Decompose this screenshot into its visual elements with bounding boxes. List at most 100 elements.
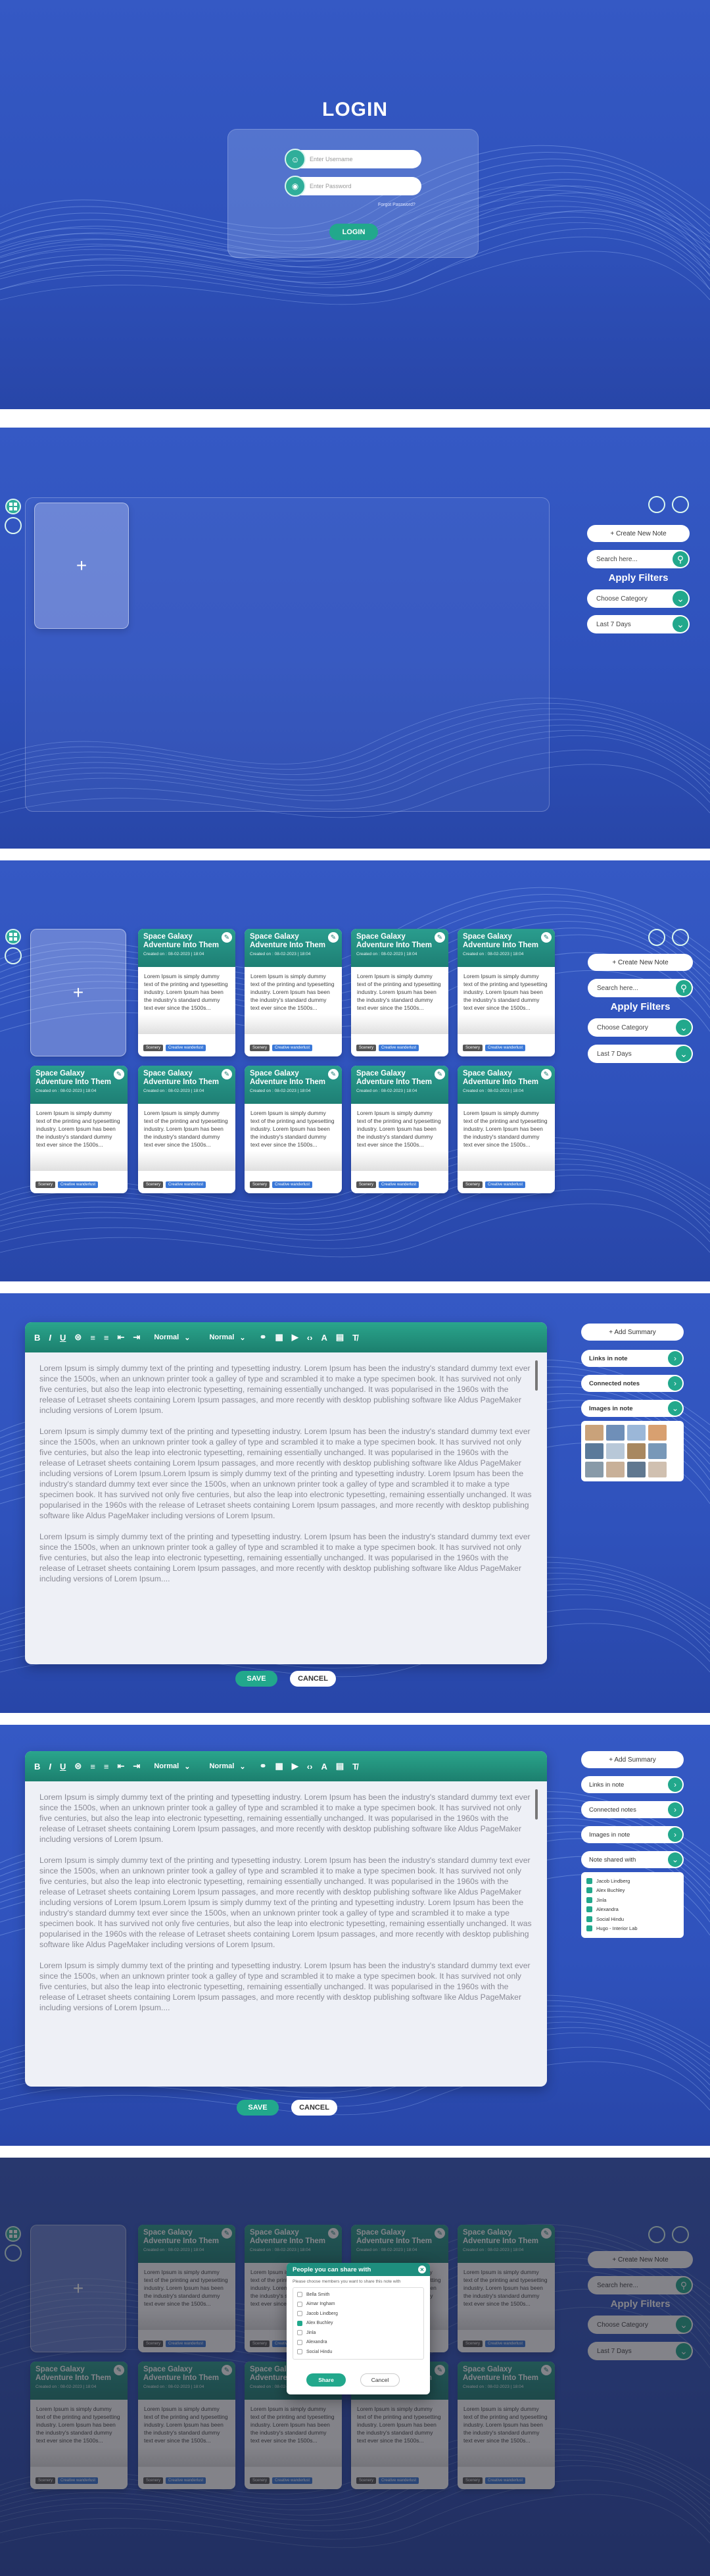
date-filter-select[interactable]: Last 7 Days ⌄ <box>588 1045 693 1063</box>
clear-format-icon[interactable]: T̸ <box>352 1333 358 1343</box>
background-color-icon[interactable]: ▤ <box>336 1761 344 1771</box>
note-card[interactable]: Space Galaxy Adventure Into Them Created … <box>138 1066 235 1193</box>
note-card[interactable]: Space Galaxy Adventure Into Them Created … <box>245 929 342 1056</box>
image-thumbnail[interactable] <box>627 1462 646 1477</box>
tag-badge[interactable]: Creative wanderlust <box>58 1181 99 1188</box>
help-icon[interactable] <box>648 496 665 513</box>
checkbox[interactable] <box>586 1877 592 1884</box>
editor-content[interactable]: Lorem Ipsum is simply dummy text of the … <box>25 1352 547 1584</box>
tag-badge[interactable]: Scenery <box>143 1045 164 1051</box>
connected-notes-row[interactable]: Connected notes › <box>581 1375 684 1392</box>
tag-badge[interactable]: Scenery <box>463 1045 483 1051</box>
shared-person-item[interactable]: Jinla <box>586 1895 678 1905</box>
rich-text-editor[interactable]: B I U ⊜ ≡ ≡ ⇤ ⇥ Normal ⌄ Normal ⌄ ⚭ ▦ ▶ ‹›… <box>25 1751 547 2087</box>
chevron-down-icon[interactable]: ⌄ <box>668 1401 682 1416</box>
editor-content[interactable]: Lorem Ipsum is simply dummy text of the … <box>25 1781 547 2013</box>
bullet-list-icon[interactable]: ≡ <box>104 1333 109 1343</box>
grid-view-icon[interactable] <box>5 929 21 945</box>
tag-badge[interactable]: Scenery <box>143 1181 164 1188</box>
edit-icon[interactable]: ✎ <box>328 932 339 943</box>
checkbox[interactable] <box>297 2339 302 2345</box>
image-thumbnail[interactable] <box>585 1443 604 1459</box>
edit-icon[interactable]: ✎ <box>435 932 445 943</box>
tag-badge[interactable]: Scenery <box>36 1181 56 1188</box>
category-select[interactable]: Choose Category ⌄ <box>588 1018 693 1037</box>
indent-increase-icon[interactable]: ⇥ <box>133 1761 140 1771</box>
add-note-card[interactable]: + <box>34 503 129 629</box>
chevron-right-icon[interactable]: › <box>668 1802 682 1817</box>
person-item[interactable]: Bella Smith <box>297 2290 419 2300</box>
add-note-card[interactable]: + <box>30 929 126 1056</box>
person-item[interactable]: Jinla <box>297 2328 419 2338</box>
images-in-note-row[interactable]: Images in note › <box>581 1826 684 1843</box>
username-field[interactable]: ☺ Enter Username <box>285 149 421 170</box>
tag-badge[interactable]: Scenery <box>356 1045 377 1051</box>
checkbox[interactable] <box>297 2330 302 2336</box>
underline-icon[interactable]: U <box>60 1762 66 1771</box>
edit-icon[interactable]: ✎ <box>435 1069 445 1079</box>
person-item[interactable]: Hugo - Interior Lab Lab <box>297 2357 419 2359</box>
image-thumbnail[interactable] <box>627 1443 646 1459</box>
chevron-right-icon[interactable]: › <box>668 1827 682 1842</box>
checkbox[interactable] <box>586 1896 592 1903</box>
image-thumbnail[interactable] <box>648 1462 667 1477</box>
tag-badge[interactable]: Creative wanderlust <box>272 1045 313 1051</box>
checkbox[interactable] <box>297 2349 302 2355</box>
format-select-right[interactable]: Normal ⌄ <box>209 1333 245 1342</box>
checkbox[interactable] <box>586 1887 592 1894</box>
connected-notes-row[interactable]: Connected notes › <box>581 1801 684 1818</box>
ordered-list-icon[interactable]: ≡ <box>90 1762 95 1771</box>
shared-person-item[interactable]: Jacob Lindberg <box>586 1876 678 1886</box>
edit-icon[interactable]: ✎ <box>328 1069 339 1079</box>
chevron-right-icon[interactable]: › <box>668 1376 682 1391</box>
image-thumbnail[interactable] <box>648 1425 667 1441</box>
person-item[interactable]: Social Hindu <box>297 2347 419 2357</box>
strikethrough-icon[interactable]: ⊜ <box>74 1332 82 1343</box>
search-input[interactable]: Search here... ⚲ <box>588 979 693 997</box>
category-select[interactable]: Choose Category ⌄ <box>587 589 690 608</box>
list-view-icon[interactable] <box>5 517 22 534</box>
note-shared-with-row[interactable]: Note shared with ⌄ <box>581 1851 684 1868</box>
add-summary-button[interactable]: + Add Summary <box>581 1324 684 1341</box>
cancel-button[interactable]: CANCEL <box>290 1671 336 1687</box>
person-item[interactable]: Alexandra <box>297 2338 419 2348</box>
strikethrough-icon[interactable]: ⊜ <box>74 1761 82 1771</box>
underline-icon[interactable]: U <box>60 1333 66 1343</box>
image-thumbnail[interactable] <box>585 1425 604 1441</box>
tag-badge[interactable]: Scenery <box>250 1181 270 1188</box>
italic-icon[interactable]: I <box>49 1333 51 1343</box>
ordered-list-icon[interactable]: ≡ <box>90 1333 95 1343</box>
checkbox[interactable] <box>297 2311 302 2317</box>
tag-badge[interactable]: Creative wanderlust <box>379 1181 419 1188</box>
code-icon[interactable]: ‹› <box>307 1333 313 1343</box>
text-color-icon[interactable]: A <box>321 1762 327 1771</box>
tag-badge[interactable]: Creative wanderlust <box>485 1181 526 1188</box>
code-icon[interactable]: ‹› <box>307 1762 313 1771</box>
checkbox[interactable] <box>297 2292 302 2298</box>
links-in-note-row[interactable]: Links in note › <box>581 1776 684 1793</box>
cancel-button[interactable]: CANCEL <box>291 2100 337 2116</box>
checkbox[interactable] <box>586 1925 592 1932</box>
password-field[interactable]: ◉ Enter Password <box>285 176 421 197</box>
profile-icon[interactable] <box>672 496 689 513</box>
links-in-note-row[interactable]: Links in note › <box>581 1350 684 1367</box>
video-icon[interactable]: ▶ <box>292 1761 298 1771</box>
search-icon[interactable]: ⚲ <box>673 551 688 567</box>
create-note-button[interactable]: + Create New Note <box>588 954 693 971</box>
person-item[interactable]: Jacob Lindberg <box>297 2309 419 2319</box>
italic-icon[interactable]: I <box>49 1762 51 1771</box>
format-select-right[interactable]: Normal ⌄ <box>209 1762 245 1771</box>
person-item[interactable]: Alex Buchley <box>297 2319 419 2329</box>
chevron-right-icon[interactable]: › <box>668 1777 682 1792</box>
indent-decrease-icon[interactable]: ⇤ <box>118 1332 125 1343</box>
note-card[interactable]: Space Galaxy Adventure Into Them Created … <box>458 1066 555 1193</box>
indent-decrease-icon[interactable]: ⇤ <box>118 1761 125 1771</box>
tag-badge[interactable]: Creative wanderlust <box>272 1181 313 1188</box>
checkbox[interactable] <box>297 2301 302 2307</box>
checkbox[interactable] <box>586 1906 592 1913</box>
tag-badge[interactable]: Scenery <box>356 1181 377 1188</box>
close-icon[interactable]: ✕ <box>418 2266 426 2273</box>
date-filter-select[interactable]: Last 7 Days ⌄ <box>587 615 690 633</box>
video-icon[interactable]: ▶ <box>292 1332 298 1343</box>
chevron-right-icon[interactable]: › <box>668 1351 682 1366</box>
